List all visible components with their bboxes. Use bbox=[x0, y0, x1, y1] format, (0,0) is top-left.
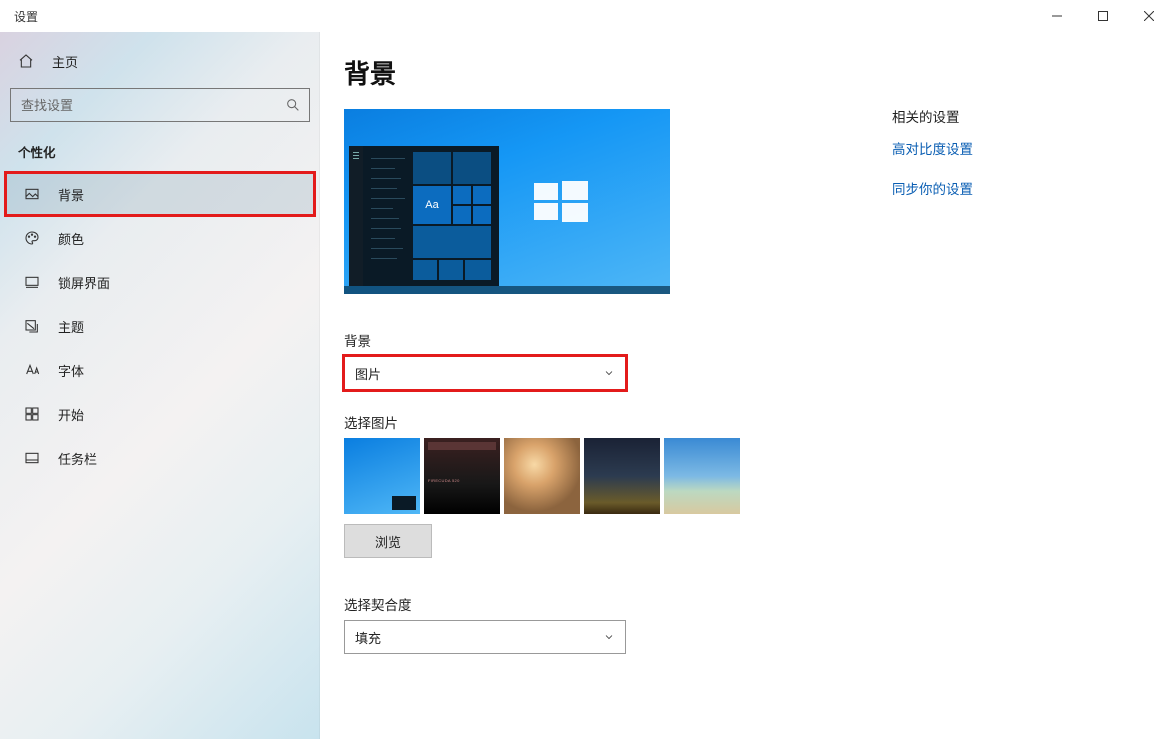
related-settings: 相关的设置 高对比度设置 同步你的设置 bbox=[892, 32, 1132, 218]
related-link-sync[interactable]: 同步你的设置 bbox=[892, 178, 1132, 198]
home-icon bbox=[18, 53, 34, 69]
background-type-value: 图片 bbox=[355, 364, 381, 383]
home-label: 主页 bbox=[52, 52, 78, 71]
sidebar-item-fonts[interactable]: 字体 bbox=[6, 349, 314, 391]
sidebar-item-label: 开始 bbox=[58, 405, 84, 424]
sidebar-item-background[interactable]: 背景 bbox=[6, 173, 314, 215]
window-title: 设置 bbox=[14, 8, 38, 25]
image-thumb-3[interactable] bbox=[504, 438, 580, 514]
palette-icon bbox=[24, 230, 40, 246]
sidebar-item-label: 锁屏界面 bbox=[58, 273, 110, 292]
choose-image-label: 选择图片 bbox=[344, 412, 1172, 432]
category-label: 个性化 bbox=[0, 136, 320, 171]
search-wrap bbox=[10, 88, 310, 122]
background-type-label: 背景 bbox=[344, 330, 1172, 350]
fit-value: 填充 bbox=[355, 628, 381, 647]
related-link-high-contrast[interactable]: 高对比度设置 bbox=[892, 138, 1132, 158]
background-type-select[interactable]: 图片 bbox=[344, 356, 626, 390]
titlebar: 设置 bbox=[0, 0, 1172, 32]
image-thumb-4[interactable] bbox=[584, 438, 660, 514]
image-thumb-1[interactable] bbox=[344, 438, 420, 514]
chevron-down-icon bbox=[603, 631, 615, 643]
close-button[interactable] bbox=[1126, 0, 1172, 32]
sidebar-item-label: 字体 bbox=[58, 361, 84, 380]
sidebar-item-colors[interactable]: 颜色 bbox=[6, 217, 314, 259]
start-icon bbox=[24, 406, 40, 422]
sidebar-item-label: 背景 bbox=[58, 185, 84, 204]
sidebar-item-lockscreen[interactable]: 锁屏界面 bbox=[6, 261, 314, 303]
image-thumbnails bbox=[344, 438, 1172, 514]
sidebar-item-taskbar[interactable]: 任务栏 bbox=[6, 437, 314, 479]
preview-aa-tile: Aa bbox=[413, 186, 451, 224]
search-box[interactable] bbox=[10, 88, 310, 122]
minimize-button[interactable] bbox=[1034, 0, 1080, 32]
fit-select[interactable]: 填充 bbox=[344, 620, 626, 654]
search-input[interactable] bbox=[21, 98, 285, 113]
browse-button[interactable]: 浏览 bbox=[344, 524, 432, 558]
image-thumb-5[interactable] bbox=[664, 438, 740, 514]
sidebar: 主页 个性化 背景 颜色 锁屏界面 主题 字体 bbox=[0, 32, 320, 739]
maximize-button[interactable] bbox=[1080, 0, 1126, 32]
preview-start-menu: Aa bbox=[349, 146, 499, 286]
sidebar-item-label: 主题 bbox=[58, 317, 84, 336]
lockscreen-icon bbox=[24, 274, 40, 290]
sidebar-item-themes[interactable]: 主题 bbox=[6, 305, 314, 347]
sidebar-item-label: 任务栏 bbox=[58, 449, 97, 468]
taskbar-icon bbox=[24, 450, 40, 466]
sidebar-item-label: 颜色 bbox=[58, 229, 84, 248]
fit-label: 选择契合度 bbox=[344, 594, 1172, 614]
windows-logo-icon bbox=[534, 181, 588, 221]
themes-icon bbox=[24, 318, 40, 334]
fonts-icon bbox=[24, 362, 40, 378]
desktop-preview: Aa bbox=[344, 109, 670, 294]
sidebar-item-start[interactable]: 开始 bbox=[6, 393, 314, 435]
search-icon bbox=[285, 97, 301, 113]
home-nav[interactable]: 主页 bbox=[0, 40, 320, 82]
window-controls bbox=[1034, 0, 1172, 32]
picture-icon bbox=[24, 186, 40, 202]
related-heading: 相关的设置 bbox=[892, 106, 1132, 126]
image-thumb-2[interactable] bbox=[424, 438, 500, 514]
chevron-down-icon bbox=[603, 367, 615, 379]
main-content: 背景 bbox=[320, 32, 1172, 739]
